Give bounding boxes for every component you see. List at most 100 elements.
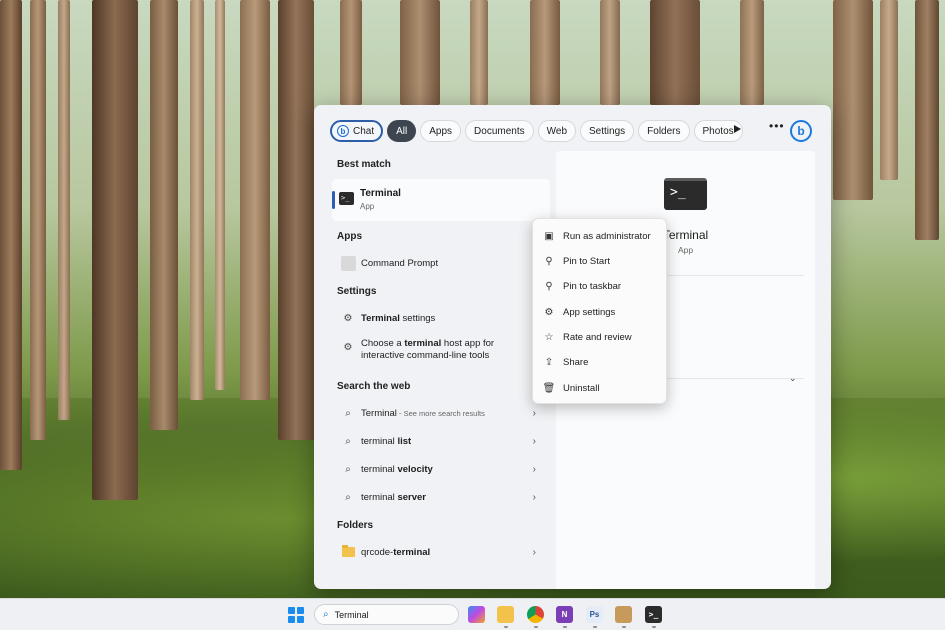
archive-icon[interactable]: [615, 606, 632, 623]
settings-heading: Settings: [337, 286, 377, 297]
filter-settings[interactable]: Settings: [580, 120, 635, 142]
terminal-icon: >_: [339, 192, 354, 205]
chat-filter-chip[interactable]: b Chat: [330, 120, 384, 142]
tree-trunk: [470, 0, 488, 105]
folder-result-label: qrcode-terminal: [361, 546, 431, 558]
chat-filter-label: Chat: [353, 125, 375, 137]
tree-trunk: [400, 0, 440, 105]
tree-trunk: [240, 0, 270, 400]
more-options-icon[interactable]: •••: [769, 119, 785, 133]
tree-trunk: [833, 0, 873, 200]
web-result-label: Terminal - See more search results: [361, 407, 485, 419]
menu-item-pin-taskbar[interactable]: ⚲ Pin to taskbar: [533, 274, 668, 298]
tree-trunk: [340, 0, 362, 105]
pin-icon: ⚲: [545, 255, 553, 267]
menu-item-label: Share: [563, 356, 589, 368]
filter-documents[interactable]: Documents: [465, 120, 534, 142]
bing-chat-icon: b: [337, 125, 349, 137]
command-prompt-icon: [340, 255, 356, 271]
menu-item-label: Run as administrator: [563, 230, 651, 242]
web-result-4[interactable]: ⌕ terminal server ›: [332, 485, 550, 509]
copilot-icon[interactable]: [468, 606, 485, 623]
running-indicator: [534, 626, 538, 628]
settings-sliders-icon: ⚙: [343, 312, 353, 324]
bing-icon[interactable]: b: [790, 120, 812, 142]
tree-trunk: [600, 0, 620, 105]
search-icon: ⌕: [345, 463, 351, 475]
terminal-taskbar-icon[interactable]: >_: [645, 606, 662, 623]
best-match-item[interactable]: >_ Terminal App: [332, 179, 550, 221]
pin-icon: ⚲: [545, 280, 553, 292]
web-result-3[interactable]: ⌕ terminal velocity ›: [332, 457, 550, 481]
more-filters-play-icon[interactable]: [734, 125, 741, 133]
web-result-1[interactable]: ⌕ Terminal - See more search results ›: [332, 401, 550, 425]
best-match-subtitle: App: [360, 202, 375, 211]
chevron-right-icon: ›: [532, 407, 536, 419]
menu-item-share[interactable]: ⇪ Share: [533, 350, 668, 374]
app-result-label: Command Prompt: [361, 257, 439, 269]
running-indicator: [504, 626, 508, 628]
search-icon: ⌕: [323, 609, 329, 620]
running-indicator: [652, 626, 656, 628]
folder-icon: [340, 545, 356, 557]
app-result-command-prompt[interactable]: Command Prompt: [332, 251, 550, 275]
chevron-right-icon: ›: [532, 491, 536, 503]
menu-item-pin-start[interactable]: ⚲ Pin to Start: [533, 249, 668, 273]
web-result-label: terminal list: [361, 435, 412, 447]
menu-item-label: App settings: [563, 306, 616, 318]
filter-all[interactable]: All: [387, 120, 417, 142]
best-match-title: Terminal: [360, 188, 401, 199]
gear-icon: ⚙: [544, 306, 554, 318]
taskbar-search-value: Terminal: [334, 609, 369, 620]
taskbar-search-box[interactable]: ⌕ Terminal: [314, 604, 459, 625]
settings-result-label: Terminal settings: [361, 312, 436, 324]
web-result-label: terminal velocity: [361, 463, 433, 475]
onenote-icon[interactable]: N: [556, 606, 573, 623]
star-icon: ☆: [544, 331, 554, 343]
tree-trunk: [530, 0, 560, 105]
apps-heading: Apps: [337, 231, 362, 242]
tree-trunk: [92, 0, 138, 500]
menu-item-rate-review[interactable]: ☆ Rate and review: [533, 325, 668, 349]
share-icon: ⇪: [544, 356, 554, 368]
folder-result[interactable]: qrcode-terminal ›: [332, 540, 550, 564]
photoshop-icon[interactable]: Ps: [586, 606, 603, 623]
chevron-right-icon: ›: [532, 435, 536, 447]
settings-sliders-icon: ⚙: [343, 342, 353, 353]
windows-start-icon[interactable]: [288, 607, 304, 623]
tree-trunk: [278, 0, 314, 440]
menu-item-uninstall[interactable]: 🗑 Uninstall: [533, 376, 668, 400]
filter-apps[interactable]: Apps: [420, 120, 462, 142]
running-indicator: [563, 626, 567, 628]
folders-heading: Folders: [337, 520, 374, 531]
menu-item-app-settings[interactable]: ⚙ App settings: [533, 300, 668, 324]
settings-result-host-app[interactable]: ⚙ Choose a terminal host app for interact…: [332, 338, 550, 370]
menu-item-label: Pin to taskbar: [563, 280, 622, 292]
chrome-icon[interactable]: [527, 606, 544, 623]
filter-folders[interactable]: Folders: [638, 120, 690, 142]
menu-item-label: Pin to Start: [563, 255, 610, 267]
tree-trunk: [190, 0, 204, 400]
settings-result-terminal[interactable]: ⚙ Terminal settings: [332, 306, 550, 330]
terminal-icon: >_: [664, 178, 707, 210]
tree-trunk: [915, 0, 939, 240]
running-indicator: [622, 626, 626, 628]
tree-trunk: [0, 0, 22, 470]
menu-item-run-as-admin[interactable]: ▣ Run as administrator: [533, 224, 668, 248]
search-icon: ⌕: [345, 491, 351, 503]
web-result-2[interactable]: ⌕ terminal list ›: [332, 429, 550, 453]
taskbar: ⌕ Terminal N Ps >_: [0, 598, 945, 630]
tree-trunk: [880, 0, 898, 180]
tree-trunk: [30, 0, 46, 440]
tree-trunk: [58, 0, 70, 420]
search-web-heading: Search the web: [337, 381, 411, 392]
search-icon: ⌕: [345, 435, 351, 447]
filter-web[interactable]: Web: [537, 120, 577, 142]
trash-icon: 🗑: [542, 382, 556, 394]
running-indicator: [593, 626, 597, 628]
tree-trunk: [740, 0, 764, 105]
file-explorer-icon[interactable]: [497, 606, 514, 623]
tree-trunk: [215, 0, 225, 390]
context-menu: ▣ Run as administrator ⚲ Pin to Start ⚲ …: [532, 218, 667, 404]
chevron-down-icon[interactable]: ⌄: [789, 373, 797, 384]
